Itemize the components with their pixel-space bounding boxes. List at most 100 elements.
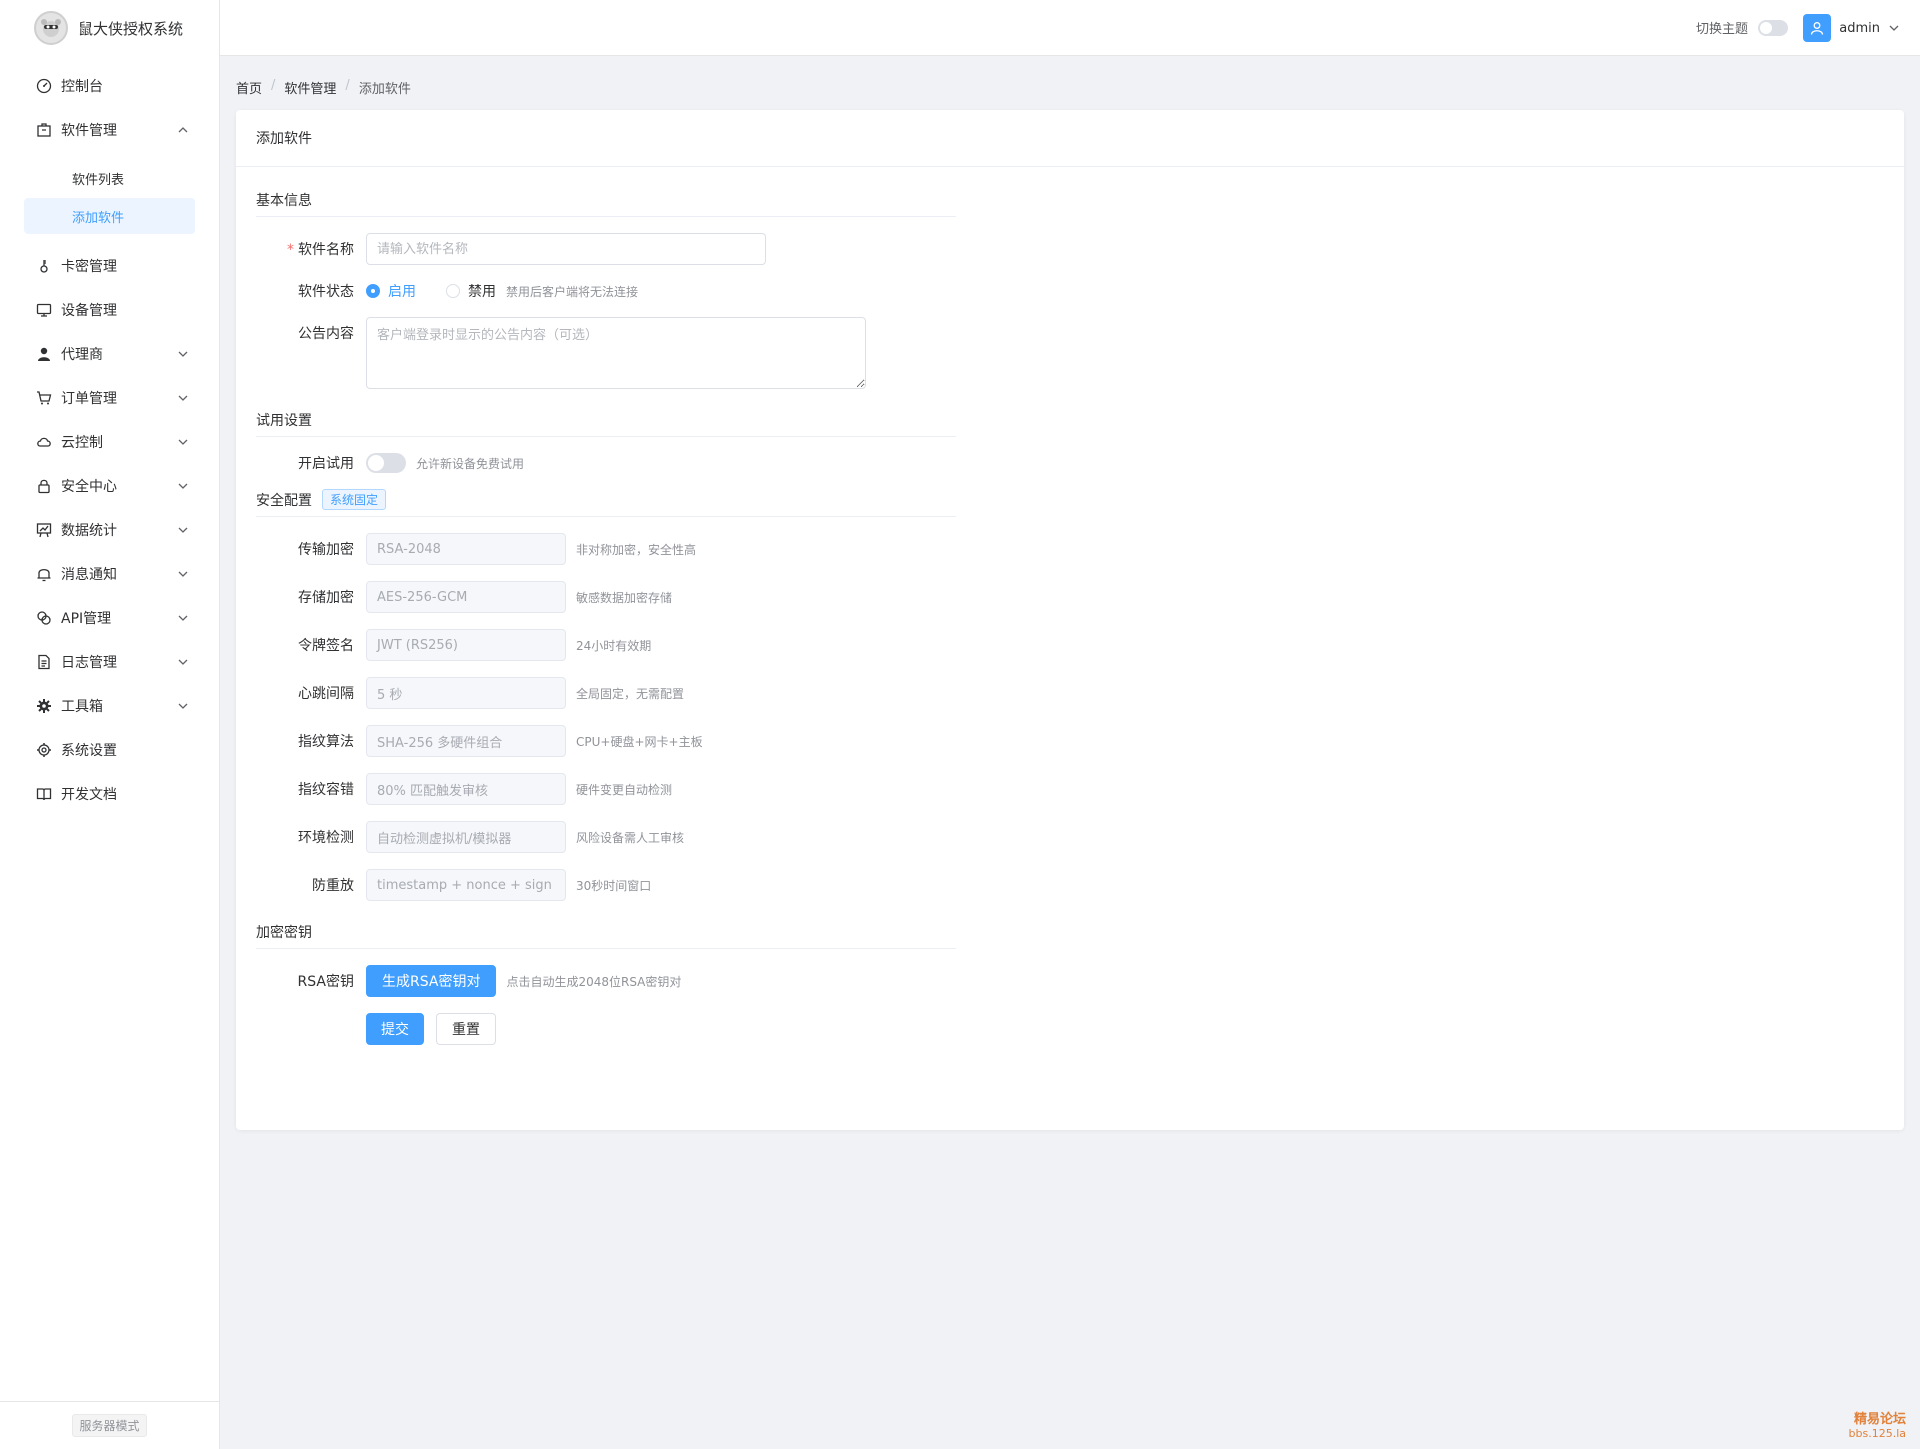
- rsa-key-label: RSA密钥: [297, 974, 354, 990]
- security-row-value: 5 秒: [366, 677, 566, 709]
- sidebar-subitem-add-software[interactable]: 添加软件: [24, 198, 195, 234]
- security-row: 传输加密 RSA-2048 非对称加密，安全性高: [256, 533, 1884, 565]
- sidebar-item-orders[interactable]: 订单管理: [0, 376, 219, 420]
- breadcrumb-home[interactable]: 首页: [236, 78, 262, 97]
- sidebar-subitem-software-list[interactable]: 软件列表: [24, 160, 195, 196]
- software-name-label: * 软件名称: [287, 242, 354, 258]
- rsa-hint: 点击自动生成2048位RSA密钥对: [506, 974, 682, 989]
- submit-button[interactable]: 提交: [366, 1013, 424, 1045]
- section-keys: 加密密钥: [256, 921, 956, 949]
- trial-label: 开启试用: [298, 456, 354, 472]
- chevron-up-icon: [177, 124, 189, 136]
- breadcrumb-software[interactable]: 软件管理: [284, 78, 336, 97]
- row-software-status: 软件状态 启用 禁用 禁用后客户端将无法连接: [256, 281, 1884, 301]
- sidebar-item-cards[interactable]: 卡密管理: [0, 244, 219, 288]
- server-mode-badge: 服务器模式: [72, 1414, 147, 1437]
- document-icon: [36, 654, 52, 670]
- link-icon: [36, 610, 52, 626]
- sidebar-item-tools[interactable]: 工具箱: [0, 684, 219, 728]
- trial-hint: 允许新设备免费试用: [416, 456, 525, 471]
- trial-toggle[interactable]: [366, 453, 406, 473]
- sidebar-item-docs[interactable]: 开发文档: [0, 772, 219, 816]
- gear-icon: [36, 742, 52, 758]
- sidebar-item-cloud[interactable]: 云控制: [0, 420, 219, 464]
- row-notice: 公告内容: [256, 317, 1884, 389]
- sidebar-item-devices[interactable]: 设备管理: [0, 288, 219, 332]
- notice-textarea[interactable]: [366, 317, 866, 389]
- top-header: 切换主题 admin: [220, 0, 1920, 56]
- sidebar: 鼠大侠授权系统 控制台 软件管理 软件列表 添加软件 卡密管理 设备管理 代理商: [0, 0, 220, 1449]
- sidebar-item-security[interactable]: 安全中心: [0, 464, 219, 508]
- watermark-line2: bbs.125.la: [1848, 1427, 1906, 1440]
- user-menu[interactable]: admin: [1803, 14, 1900, 42]
- sidebar-item-logs[interactable]: 日志管理: [0, 640, 219, 684]
- chevron-down-icon: [177, 436, 189, 448]
- username: admin: [1839, 20, 1880, 36]
- security-row-hint: 风险设备需人工审核: [576, 830, 685, 845]
- security-row-value: JWT (RS256): [366, 629, 566, 661]
- breadcrumb-current: 添加软件: [358, 82, 411, 97]
- sidebar-item-notify[interactable]: 消息通知: [0, 552, 219, 596]
- sidebar-menu: 控制台 软件管理 软件列表 添加软件 卡密管理 设备管理 代理商 订单管理 云控…: [0, 56, 219, 816]
- security-row: 存储加密 AES-256-GCM 敏感数据加密存储: [256, 581, 1884, 613]
- security-row-label: 心跳间隔: [298, 686, 354, 702]
- breadcrumb-separator: /: [271, 78, 276, 93]
- security-row: 防重放 timestamp + nonce + sign 30秒时间窗口: [256, 869, 1884, 901]
- box-icon: [36, 122, 52, 138]
- watermark-line1: 精易论坛: [1853, 1412, 1906, 1427]
- security-row: 令牌签名 JWT (RS256) 24小时有效期: [256, 629, 1884, 661]
- chevron-down-icon: [177, 656, 189, 668]
- security-row-value: SHA-256 多硬件组合: [366, 725, 566, 757]
- security-row: 指纹容错 80% 匹配触发审核 硬件变更自动检测: [256, 773, 1884, 805]
- sidebar-item-software[interactable]: 软件管理: [0, 108, 219, 152]
- lock-icon: [36, 478, 52, 494]
- sidebar-item-stats[interactable]: 数据统计: [0, 508, 219, 552]
- sidebar-item-api[interactable]: API管理: [0, 596, 219, 640]
- status-disabled-radio[interactable]: 禁用: [446, 281, 496, 301]
- chart-icon: [36, 522, 52, 538]
- reset-button[interactable]: 重置: [436, 1013, 496, 1045]
- cloud-icon: [36, 434, 52, 450]
- sidebar-item-agents[interactable]: 代理商: [0, 332, 219, 376]
- required-mark: *: [287, 242, 294, 258]
- section-basic-info: 基本信息: [256, 189, 956, 217]
- row-software-name: * 软件名称: [256, 233, 1884, 265]
- security-rows: 传输加密 RSA-2048 非对称加密，安全性高存储加密 AES-256-GCM 敏感数…: [256, 533, 1884, 901]
- theme-switch: 切换主题: [1696, 18, 1788, 37]
- status-enabled-radio[interactable]: 启用: [366, 281, 416, 301]
- notice-label: 公告内容: [298, 326, 354, 342]
- user-icon: [36, 346, 52, 362]
- logo[interactable]: 鼠大侠授权系统: [0, 0, 219, 56]
- chevron-down-icon: [177, 480, 189, 492]
- add-software-form: 基本信息 *软件名称 软件状态 启用 禁用 禁用后客户端将无法连接 公告内容 试…: [236, 167, 1904, 1045]
- chevron-down-icon: [177, 700, 189, 712]
- card-title: 添加软件: [236, 110, 1904, 167]
- security-row: 环境检测 自动检测虚拟机/模拟器 风险设备需人工审核: [256, 821, 1884, 853]
- user-avatar-icon: [1803, 14, 1832, 42]
- key-icon: [36, 258, 52, 274]
- security-row: 心跳间隔 5 秒全局固定，无需配置: [256, 677, 1884, 709]
- sidebar-item-dashboard[interactable]: 控制台: [0, 64, 219, 108]
- software-name-input[interactable]: [366, 233, 766, 265]
- security-row-label: 防重放: [312, 878, 354, 894]
- security-row-label: 传输加密: [298, 542, 354, 558]
- sidebar-item-settings[interactable]: 系统设置: [0, 728, 219, 772]
- security-row-label: 指纹容错: [298, 782, 354, 798]
- security-row-hint: 敏感数据加密存储: [576, 590, 673, 605]
- chevron-down-icon: [177, 348, 189, 360]
- theme-toggle[interactable]: [1758, 19, 1788, 36]
- security-row-hint: 硬件变更自动检测: [576, 782, 673, 797]
- chevron-down-icon: [177, 612, 189, 624]
- chevron-down-icon: [1888, 22, 1900, 34]
- generate-rsa-button[interactable]: 生成RSA密钥对: [366, 965, 497, 997]
- chevron-down-icon: [177, 568, 189, 580]
- software-status-label: 软件状态: [298, 284, 354, 300]
- section-security: 安全配置 系统固定: [256, 489, 956, 517]
- sidebar-footer: 服务器模式: [0, 1401, 219, 1449]
- add-software-card: 添加软件 基本信息 *软件名称 软件状态 启用 禁用 禁用后客户端将无法连接 公…: [236, 110, 1904, 1130]
- security-row-value: RSA-2048: [366, 533, 566, 565]
- app-title: 鼠大侠授权系统: [78, 19, 184, 38]
- security-row-value: 自动检测虚拟机/模拟器: [366, 821, 566, 853]
- security-row: 指纹算法 SHA-256 多硬件组合 CPU+硬盘+网卡+主板: [256, 725, 1884, 757]
- security-row-hint: 非对称加密，安全性高: [576, 542, 697, 557]
